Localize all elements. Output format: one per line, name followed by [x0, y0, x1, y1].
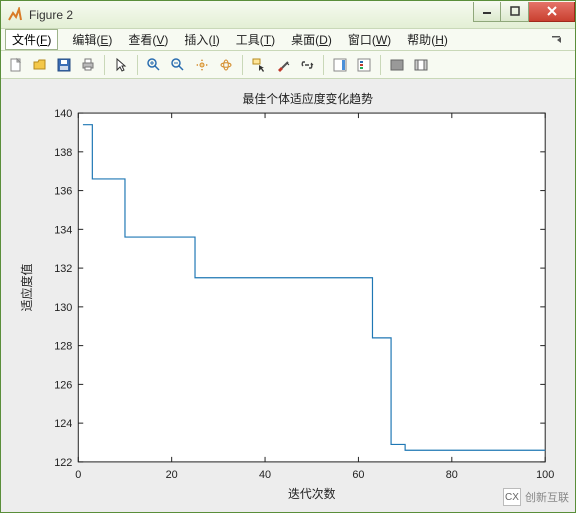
- chart-title: 最佳个体适应度变化趋势: [243, 91, 374, 106]
- open-folder-icon[interactable]: [29, 54, 51, 76]
- svg-text:124: 124: [54, 418, 72, 430]
- menu-view[interactable]: 查看(V): [120, 30, 176, 49]
- figure-canvas: 最佳个体适应度变化趋势 0 20 40 60 80 100 122 124 126 128 130…: [1, 79, 575, 512]
- data-cursor-icon[interactable]: [248, 54, 270, 76]
- x-axis-label: 迭代次数: [288, 486, 335, 501]
- svg-text:0: 0: [75, 469, 81, 481]
- y-axis-label: 适应度值: [19, 263, 34, 311]
- link-icon[interactable]: [296, 54, 318, 76]
- new-file-icon[interactable]: [5, 54, 27, 76]
- svg-text:132: 132: [54, 263, 72, 275]
- legend-icon[interactable]: [353, 54, 375, 76]
- print-icon[interactable]: [77, 54, 99, 76]
- zoom-in-icon[interactable]: [143, 54, 165, 76]
- brush-icon[interactable]: [272, 54, 294, 76]
- svg-text:100: 100: [536, 469, 554, 481]
- axes-box: [78, 113, 545, 462]
- svg-text:20: 20: [166, 469, 178, 481]
- pointer-icon[interactable]: [110, 54, 132, 76]
- menu-edit[interactable]: 编辑(E): [64, 30, 120, 49]
- rotate-3d-icon[interactable]: [215, 54, 237, 76]
- svg-text:128: 128: [54, 341, 72, 353]
- save-icon[interactable]: [53, 54, 75, 76]
- svg-text:40: 40: [259, 469, 271, 481]
- menu-help[interactable]: 帮助(H): [399, 30, 456, 49]
- menubar: 文件(F) 编辑(E) 查看(V) 插入(I) 工具(T) 桌面(D) 窗口(W…: [1, 29, 575, 51]
- window-buttons: [473, 2, 575, 22]
- svg-text:130: 130: [54, 302, 72, 314]
- svg-text:136: 136: [54, 186, 72, 198]
- svg-text:80: 80: [446, 469, 458, 481]
- menu-window[interactable]: 窗口(W): [340, 30, 399, 49]
- minimize-button[interactable]: [473, 2, 501, 22]
- svg-text:126: 126: [54, 379, 72, 391]
- menu-insert[interactable]: 插入(I): [176, 30, 227, 49]
- svg-text:140: 140: [54, 108, 72, 120]
- figure-window: Figure 2 文件(F) 编辑(E) 查看(V) 插入(I) 工具(T) 桌…: [0, 0, 576, 513]
- colorbar-icon[interactable]: [329, 54, 351, 76]
- svg-text:138: 138: [54, 147, 72, 159]
- menu-desktop[interactable]: 桌面(D): [283, 30, 340, 49]
- zoom-out-icon[interactable]: [167, 54, 189, 76]
- toolbar: [1, 51, 575, 79]
- hide-plot-tools-icon[interactable]: [386, 54, 408, 76]
- svg-text:122: 122: [54, 457, 72, 469]
- svg-text:134: 134: [54, 224, 72, 236]
- show-plot-tools-icon[interactable]: [410, 54, 432, 76]
- menu-file[interactable]: 文件(F): [5, 29, 58, 50]
- close-button[interactable]: [529, 2, 575, 22]
- chart-svg: 最佳个体适应度变化趋势 0 20 40 60 80 100 122 124 126 128 130…: [13, 85, 563, 506]
- window-title: Figure 2: [29, 8, 473, 22]
- pan-icon[interactable]: [191, 54, 213, 76]
- matlab-app-icon: [7, 7, 23, 23]
- titlebar: Figure 2: [1, 1, 575, 29]
- menu-tools[interactable]: 工具(T): [228, 30, 283, 49]
- axes[interactable]: 最佳个体适应度变化趋势 0 20 40 60 80 100 122 124 126 128 130…: [13, 85, 563, 506]
- menu-overflow-icon[interactable]: [545, 32, 571, 47]
- maximize-button[interactable]: [501, 2, 529, 22]
- svg-text:60: 60: [352, 469, 364, 481]
